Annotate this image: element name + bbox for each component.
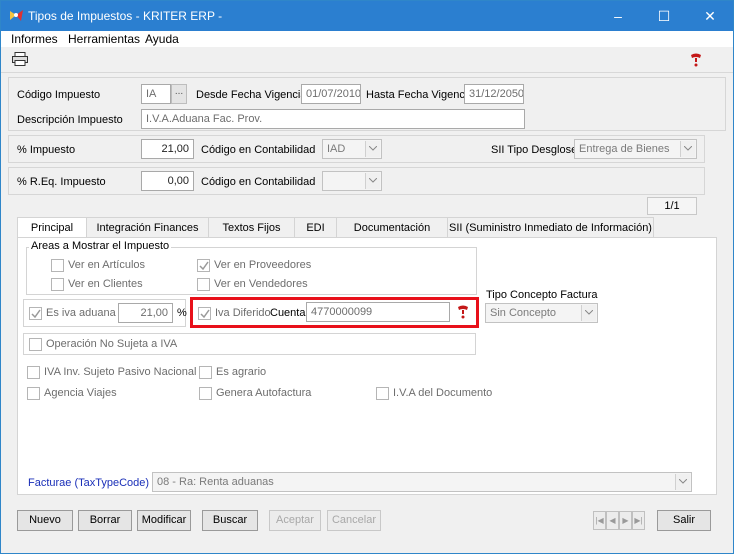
close-button[interactable]: ✕ (687, 1, 733, 31)
codigo-contabilidad-select[interactable]: IAD (322, 139, 382, 159)
main-window: Tipos de Impuestos - KRITER ERP - – ☐ ✕ … (0, 0, 734, 554)
es-iva-aduana-checkbox[interactable] (29, 307, 42, 320)
iva-aduana-input[interactable]: 21,00 (118, 303, 173, 323)
es-agrario-checkbox[interactable] (199, 366, 212, 379)
chevron-down-icon (581, 305, 596, 321)
window-title: Tipos de Impuestos - KRITER ERP - (28, 9, 223, 23)
desde-fecha-label: Desde Fecha Vigencia (196, 89, 307, 101)
chevron-down-icon (680, 141, 695, 157)
modificar-button[interactable]: Modificar (137, 510, 191, 531)
toolbar (1, 47, 733, 73)
req-codigo-contabilidad-label: Código en Contabilidad (201, 176, 316, 188)
ver-clientes-checkbox[interactable] (51, 278, 64, 291)
ver-vendedores-checkbox[interactable] (197, 278, 210, 291)
ver-clientes-label: Ver en Clientes (68, 278, 143, 290)
app-icon (9, 9, 24, 22)
desde-fecha-input[interactable]: 01/07/2010 (301, 84, 361, 104)
pct-impuesto-label: % Impuesto (17, 144, 76, 156)
buscar-button[interactable]: Buscar (202, 510, 258, 531)
tipo-concepto-factura-value: Sin Concepto (490, 307, 557, 319)
maximize-button[interactable]: ☐ (641, 1, 687, 31)
sii-tipo-desglose-value: Entrega de Bienes (579, 143, 670, 155)
cuenta-label: Cuenta (270, 307, 306, 319)
es-agrario-label: Es agrario (216, 366, 267, 378)
iva-documento-checkbox[interactable] (376, 387, 389, 400)
es-iva-aduana-label: Es iva aduana (46, 307, 116, 319)
menu-herramientas[interactable]: Herramientas (68, 32, 140, 46)
minimize-button[interactable]: – (595, 1, 641, 31)
previous-record-button[interactable]: ◀ (606, 511, 619, 530)
cuenta-input[interactable]: 4770000099 (306, 302, 450, 322)
chevron-down-icon (365, 173, 380, 189)
title-bar: Tipos de Impuestos - KRITER ERP - – ☐ ✕ (1, 1, 733, 31)
genera-autofactura-checkbox[interactable] (199, 387, 212, 400)
facturae-value: 08 - Ra: Renta aduanas (157, 476, 274, 488)
descripcion-impuesto-input[interactable]: I.V.A.Aduana Fac. Prov. (141, 109, 525, 129)
print-icon[interactable] (12, 52, 28, 69)
iva-inv-sujeto-checkbox[interactable] (27, 366, 40, 379)
borrar-button[interactable]: Borrar (78, 510, 132, 531)
tab-textos-fijos[interactable]: Textos Fijos (209, 217, 295, 238)
genera-autofactura-label: Genera Autofactura (216, 387, 312, 399)
ver-articulos-label: Ver en Artículos (68, 259, 146, 271)
agencia-viajes-checkbox[interactable] (27, 387, 40, 400)
nuevo-button[interactable]: Nuevo (17, 510, 73, 531)
agencia-viajes-label: Agencia Viajes (44, 387, 117, 399)
last-record-button[interactable]: ▶| (632, 511, 645, 530)
chevron-down-icon (365, 141, 380, 157)
hasta-fecha-label: Hasta Fecha Vigencia (366, 89, 474, 101)
descripcion-impuesto-label: Descripción Impuesto (17, 114, 123, 126)
tab-sii[interactable]: SII (Suministro Inmediato de Información… (448, 217, 654, 238)
chevron-down-icon (675, 474, 690, 490)
next-record-button[interactable]: ▶ (619, 511, 632, 530)
first-record-button[interactable]: |◀ (593, 511, 606, 530)
help-icon[interactable] (456, 305, 470, 322)
ver-proveedores-checkbox[interactable] (197, 259, 210, 272)
ver-proveedores-label: Ver en Proveedores (214, 259, 312, 271)
tipo-concepto-factura-label: Tipo Concepto Factura (486, 289, 598, 301)
record-counter: 1/1 (647, 197, 697, 215)
iva-inv-sujeto-label: IVA Inv. Sujeto Pasivo Nacional (44, 366, 197, 378)
iva-diferido-checkbox[interactable] (198, 307, 211, 320)
sii-tipo-desglose-label: SII Tipo Desglose (491, 144, 578, 156)
pct-sign: % (177, 307, 187, 319)
pct-impuesto-input[interactable]: 21,00 (141, 139, 194, 159)
codigo-lookup-button[interactable]: ... (171, 84, 187, 104)
salir-button[interactable]: Salir (657, 510, 711, 531)
aceptar-button[interactable]: Aceptar (269, 510, 321, 531)
iva-documento-label: I.V.A del Documento (393, 387, 493, 399)
codigo-impuesto-input[interactable]: IA (141, 84, 171, 104)
codigo-contabilidad-label: Código en Contabilidad (201, 144, 316, 156)
tab-principal[interactable]: Principal (17, 217, 87, 239)
cancelar-button[interactable]: Cancelar (327, 510, 381, 531)
tipo-concepto-factura-select[interactable]: Sin Concepto (485, 303, 598, 323)
req-codigo-contabilidad-select[interactable] (322, 171, 382, 191)
help-icon[interactable] (689, 53, 703, 70)
facturae-label[interactable]: Facturae (TaxTypeCode) (28, 477, 149, 489)
iva-diferido-label: Iva Diferido (215, 307, 271, 319)
areas-group-title: Areas a Mostrar el Impuesto (29, 240, 172, 252)
tab-integracion-finances[interactable]: Integración Finances (87, 217, 209, 238)
pct-req-input[interactable]: 0,00 (141, 171, 194, 191)
operacion-no-sujeta-checkbox[interactable] (29, 338, 42, 351)
hasta-fecha-input[interactable]: 31/12/2050 (464, 84, 524, 104)
tab-documentacion[interactable]: Documentación (337, 217, 448, 238)
codigo-impuesto-label: Código Impuesto (17, 89, 101, 101)
tab-edi[interactable]: EDI (295, 217, 337, 238)
menu-bar: Informes Herramientas Ayuda (1, 31, 733, 47)
ver-vendedores-label: Ver en Vendedores (214, 278, 308, 290)
ver-articulos-checkbox[interactable] (51, 259, 64, 272)
menu-ayuda[interactable]: Ayuda (145, 32, 179, 46)
codigo-contabilidad-value: IAD (327, 143, 346, 155)
menu-informes[interactable]: Informes (11, 32, 58, 46)
operacion-no-sujeta-label: Operación No Sujeta a IVA (46, 338, 178, 350)
sii-tipo-desglose-select[interactable]: Entrega de Bienes (574, 139, 697, 159)
facturae-select[interactable]: 08 - Ra: Renta aduanas (152, 472, 692, 492)
pct-req-label: % R.Eq. Impuesto (17, 176, 106, 188)
